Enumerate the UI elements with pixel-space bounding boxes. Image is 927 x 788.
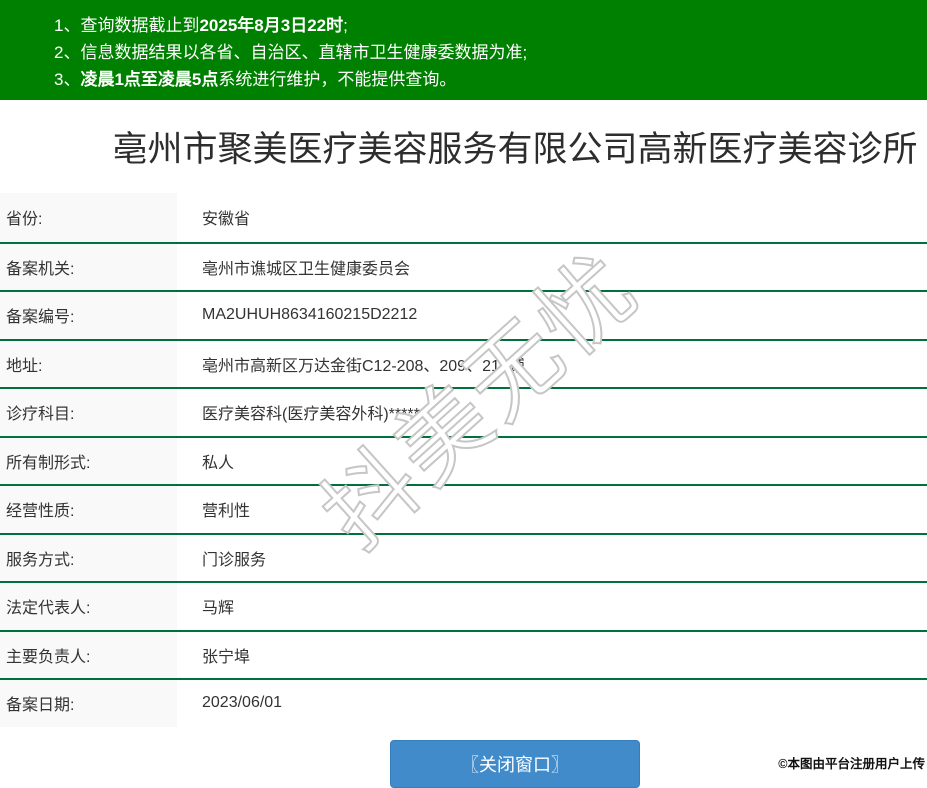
row-label: 备案编号: xyxy=(0,292,177,339)
row-label: 服务方式: xyxy=(0,534,177,581)
table-row-legal-representative: 法定代表人: 马辉 xyxy=(0,581,927,630)
page-container: 1、查询数据截止到2025年8月3日22时; 2、信息数据结果以各省、自治区、直… xyxy=(0,0,927,788)
row-label: 省份: xyxy=(0,193,177,242)
notice-2-text: 2、信息数据结果以各省、自治区、直辖市卫生健康委数据为准; xyxy=(54,43,528,62)
row-label: 诊疗科目: xyxy=(0,389,177,436)
notice-3-tail: 系统进行维护，不能提供查询。 xyxy=(218,70,457,89)
table-row-province: 省份: 安徽省 xyxy=(0,193,927,242)
table-row-address: 地址: 亳州市高新区万达金街C12-208、209、210铺 xyxy=(0,338,927,387)
table-row-registry-authority: 备案机关: 亳州市谯城区卫生健康委员会 xyxy=(0,241,927,290)
notice-line-1: 1、查询数据截止到2025年8月3日22时; xyxy=(54,12,927,39)
notice-3-text: 3、 xyxy=(54,70,81,89)
row-value: MA2UHUH8634160215D2212 xyxy=(202,306,418,324)
row-value: 亳州市谯城区卫生健康委员会 xyxy=(202,260,411,278)
notice-3-bold: 凌晨1点至凌晨5点 xyxy=(80,70,219,89)
table-row-registry-date: 备案日期: 2023/06/01 xyxy=(0,678,927,727)
row-label: 地址: xyxy=(0,340,177,387)
row-value: 马辉 xyxy=(202,600,235,618)
row-value: 亳州市高新区万达金街C12-208、209、210铺 xyxy=(202,357,525,375)
close-window-button[interactable]: 〖关闭窗口〗 xyxy=(390,739,640,788)
row-value: 门诊服务 xyxy=(202,551,267,569)
notice-1-text: 1、查询数据截止到 xyxy=(54,16,200,35)
row-label: 备案日期: xyxy=(0,680,177,727)
table-row-registry-number: 备案编号: MA2UHUH8634160215D2212 xyxy=(0,290,927,339)
row-value: 私人 xyxy=(202,454,235,472)
table-row-treatment-subjects: 诊疗科目: 医疗美容科(医疗美容外科)****** xyxy=(0,387,927,436)
row-value: 2023/06/01 xyxy=(202,694,283,712)
table-row-principal-person: 主要负责人: 张宁埠 xyxy=(0,629,927,678)
page-title: 亳州市聚美医疗美容服务有限公司高新医疗美容诊所 xyxy=(112,130,918,169)
row-value: 安徽省 xyxy=(202,211,251,229)
info-table: 省份: 安徽省 备案机关: 亳州市谯城区卫生健康委员会 备案编号: MA2UHU… xyxy=(0,193,927,727)
row-value: 医疗美容科(医疗美容外科)****** xyxy=(202,406,427,424)
row-label: 所有制形式: xyxy=(0,437,177,484)
title-area: 亳州市聚美医疗美容服务有限公司高新医疗美容诊所 xyxy=(0,100,927,193)
table-row-service-mode: 服务方式: 门诊服务 xyxy=(0,532,927,581)
table-row-ownership-form: 所有制形式: 私人 xyxy=(0,435,927,484)
row-value: 营利性 xyxy=(202,503,251,521)
row-label: 主要负责人: xyxy=(0,631,177,678)
row-label: 法定代表人: xyxy=(0,583,177,630)
notice-1-tail: ; xyxy=(343,16,348,35)
notice-line-2: 2、信息数据结果以各省、自治区、直辖市卫生健康委数据为准; xyxy=(54,39,927,66)
table-row-business-nature: 经营性质: 营利性 xyxy=(0,484,927,533)
row-value: 张宁埠 xyxy=(202,648,251,666)
row-label: 备案机关: xyxy=(0,243,177,290)
notice-1-bold: 2025年8月3日22时 xyxy=(199,16,344,35)
row-label: 经营性质: xyxy=(0,486,177,533)
upload-caption: ©本图由平台注册用户上传 xyxy=(778,757,925,771)
notice-line-3: 3、凌晨1点至凌晨5点系统进行维护，不能提供查询。 xyxy=(54,66,927,93)
notice-bar: 1、查询数据截止到2025年8月3日22时; 2、信息数据结果以各省、自治区、直… xyxy=(0,0,927,100)
